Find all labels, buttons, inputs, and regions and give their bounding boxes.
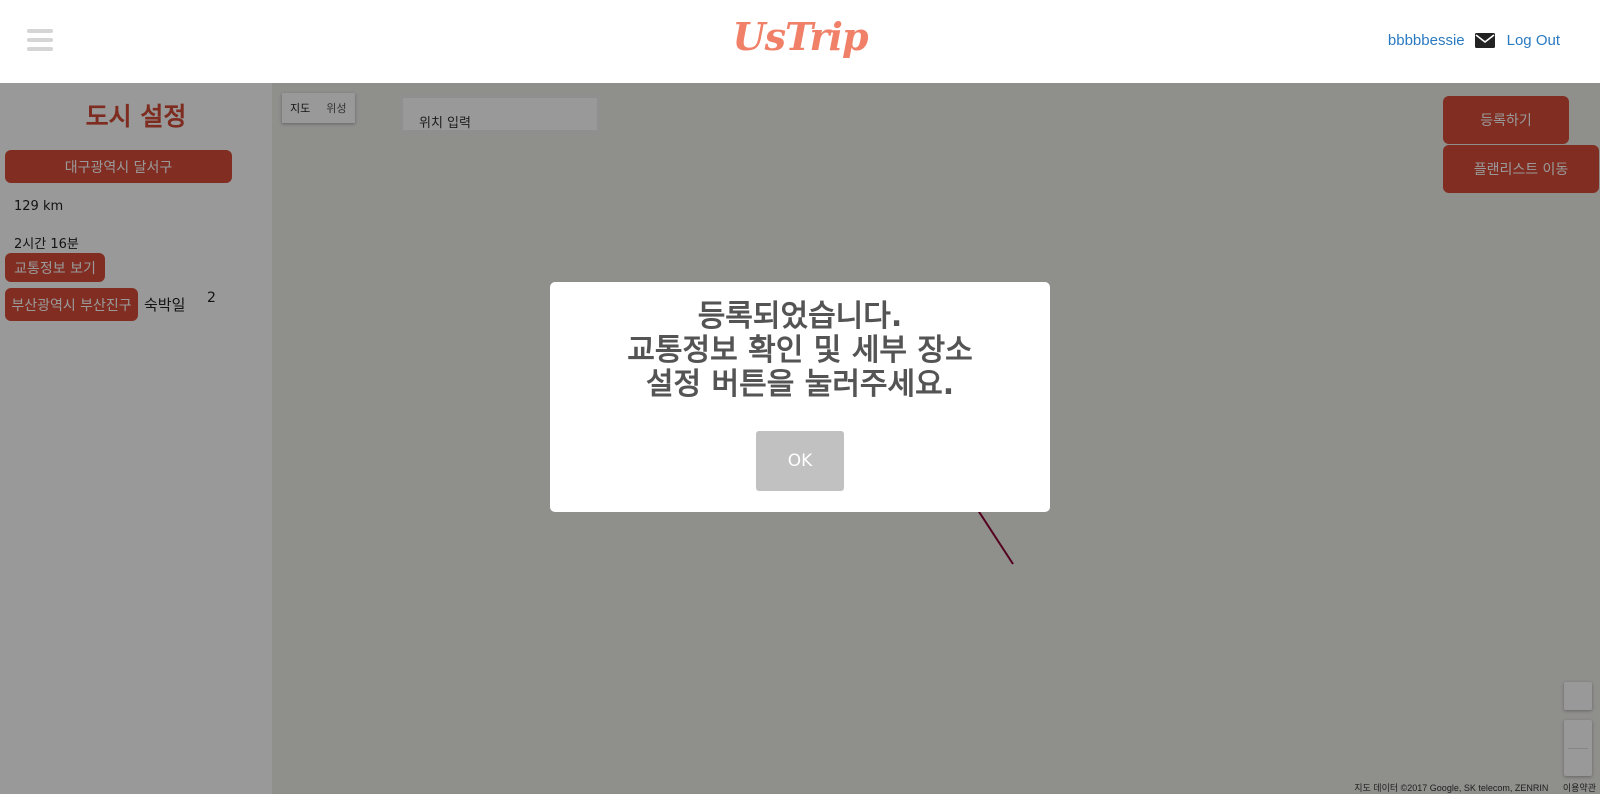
username-link[interactable]: bbbbbessie: [1388, 32, 1465, 49]
app-header: UsTrip bbbbbessie Log Out: [0, 0, 1600, 83]
ok-button[interactable]: OK: [756, 431, 844, 491]
modal-message-line-1: 등록되었습니다.: [697, 299, 903, 334]
modal-message: 등록되었습니다. 교통정보 확인 및 세부 장소 설정 버튼을 눌러주세요.: [550, 300, 1050, 402]
modal-message-line-2: 교통정보 확인 및 세부 장소: [627, 333, 973, 368]
logo: UsTrip: [0, 14, 1600, 59]
modal-message-line-3: 설정 버튼을 눌러주세요.: [645, 367, 955, 402]
logo-text[interactable]: UsTrip: [732, 14, 868, 59]
logout-link[interactable]: Log Out: [1507, 32, 1560, 49]
user-area: bbbbbessie Log Out: [1388, 32, 1560, 49]
envelope-icon[interactable]: [1474, 33, 1495, 48]
alert-modal: 등록되었습니다. 교통정보 확인 및 세부 장소 설정 버튼을 눌러주세요. O…: [550, 282, 1050, 512]
